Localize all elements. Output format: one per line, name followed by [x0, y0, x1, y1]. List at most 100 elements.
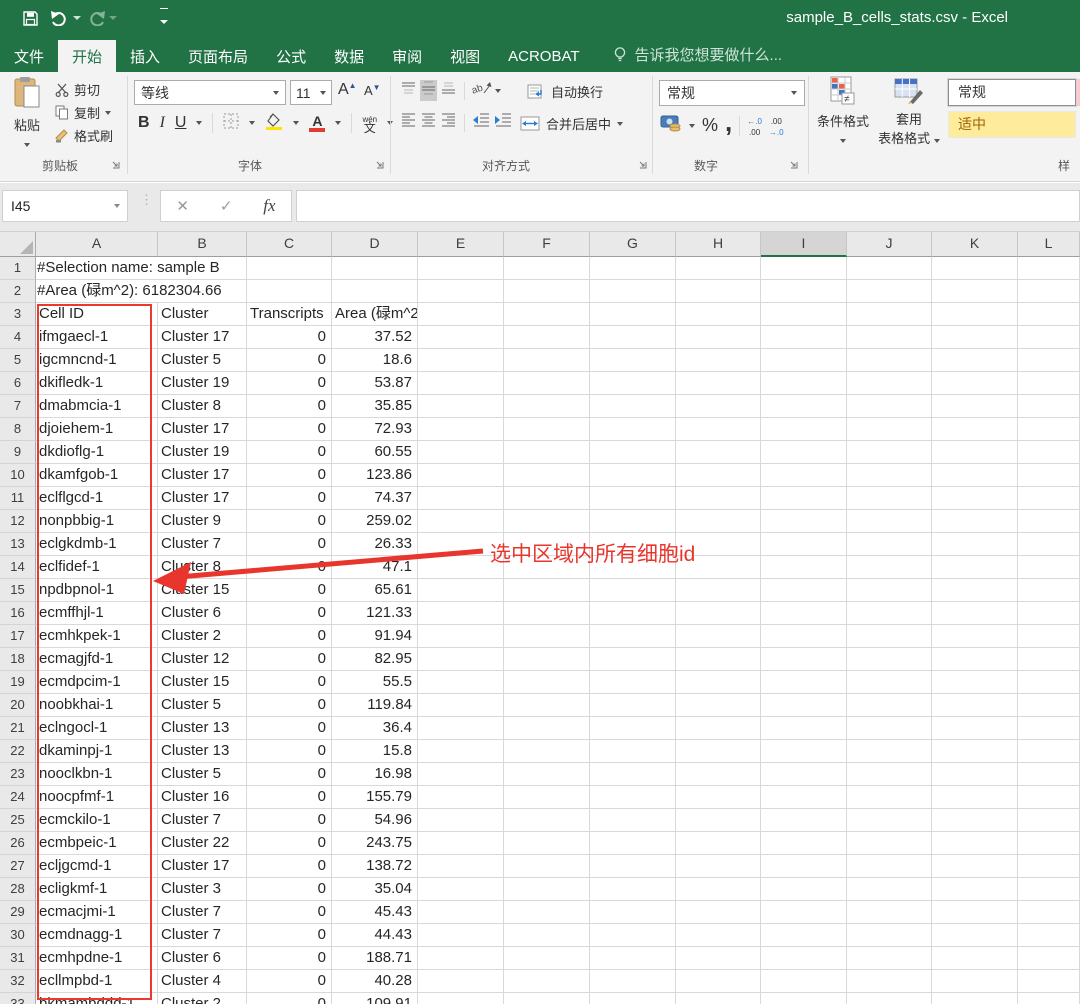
- cell[interactable]: [1018, 671, 1080, 694]
- cell[interactable]: 72.93: [332, 418, 418, 441]
- number-format-select[interactable]: 常规: [659, 80, 805, 106]
- cell[interactable]: [761, 280, 847, 303]
- cell[interactable]: [590, 924, 676, 947]
- row-header-33[interactable]: 33: [0, 993, 36, 1004]
- copy-button[interactable]: 复制: [55, 103, 112, 122]
- cell[interactable]: [932, 855, 1018, 878]
- cell[interactable]: [418, 303, 504, 326]
- cell[interactable]: Cluster 13: [158, 740, 247, 763]
- row-header-1[interactable]: 1: [0, 257, 36, 280]
- cell[interactable]: 65.61: [332, 579, 418, 602]
- cell[interactable]: dmabmcia-1: [36, 395, 158, 418]
- cell[interactable]: [676, 510, 761, 533]
- cell[interactable]: [590, 280, 676, 303]
- cell[interactable]: [676, 257, 761, 280]
- cell[interactable]: Cluster 5: [158, 349, 247, 372]
- cell[interactable]: [418, 924, 504, 947]
- cell[interactable]: [761, 717, 847, 740]
- cell[interactable]: [761, 487, 847, 510]
- cell[interactable]: 119.84: [332, 694, 418, 717]
- cell[interactable]: [1018, 947, 1080, 970]
- row-header-7[interactable]: 7: [0, 395, 36, 418]
- cell[interactable]: 44.43: [332, 924, 418, 947]
- cell[interactable]: nonpbbig-1: [36, 510, 158, 533]
- cell[interactable]: [932, 993, 1018, 1004]
- cell-style-neutral[interactable]: 适中: [948, 111, 1076, 138]
- orientation-caret-icon[interactable]: [495, 88, 501, 93]
- cell[interactable]: [590, 878, 676, 901]
- cell[interactable]: [676, 280, 761, 303]
- cell[interactable]: [847, 510, 932, 533]
- underline-caret-icon[interactable]: [196, 121, 203, 125]
- cell[interactable]: [332, 257, 418, 280]
- cell[interactable]: [761, 740, 847, 763]
- cell[interactable]: [932, 625, 1018, 648]
- cell[interactable]: [504, 487, 590, 510]
- cut-button[interactable]: 剪切: [55, 80, 100, 99]
- cell[interactable]: 0: [247, 579, 332, 602]
- cell[interactable]: Cell ID: [36, 303, 158, 326]
- cell[interactable]: 0: [247, 625, 332, 648]
- cell[interactable]: [932, 579, 1018, 602]
- increase-decimal-button[interactable]: ←.0 .00: [747, 115, 762, 137]
- cell[interactable]: 123.86: [332, 464, 418, 487]
- cell[interactable]: 0: [247, 855, 332, 878]
- cell[interactable]: [676, 924, 761, 947]
- cell[interactable]: 0: [247, 441, 332, 464]
- cell[interactable]: [504, 855, 590, 878]
- cell[interactable]: [504, 510, 590, 533]
- cell[interactable]: Cluster 7: [158, 924, 247, 947]
- cell[interactable]: [761, 326, 847, 349]
- borders-caret-icon[interactable]: [249, 121, 256, 125]
- column-header-G[interactable]: G: [590, 232, 676, 257]
- cell[interactable]: [1018, 740, 1080, 763]
- cell[interactable]: 138.72: [332, 855, 418, 878]
- cell[interactable]: [761, 648, 847, 671]
- cell[interactable]: [418, 372, 504, 395]
- cell[interactable]: [676, 809, 761, 832]
- cell[interactable]: [1018, 648, 1080, 671]
- cell[interactable]: [418, 809, 504, 832]
- cell[interactable]: [847, 878, 932, 901]
- fill-color-button[interactable]: [265, 112, 283, 135]
- cell[interactable]: [1018, 786, 1080, 809]
- name-box[interactable]: I45: [2, 190, 128, 222]
- cell-style-normal[interactable]: 常规: [947, 78, 1077, 107]
- cell[interactable]: [676, 441, 761, 464]
- cell[interactable]: [590, 694, 676, 717]
- fbar-splitter[interactable]: ⋮: [140, 193, 153, 215]
- row-header-18[interactable]: 18: [0, 648, 36, 671]
- cell[interactable]: [761, 257, 847, 280]
- cell[interactable]: [1018, 418, 1080, 441]
- cell[interactable]: [676, 740, 761, 763]
- cell[interactable]: [504, 395, 590, 418]
- cell[interactable]: [590, 441, 676, 464]
- cell[interactable]: [504, 441, 590, 464]
- cell[interactable]: 35.85: [332, 395, 418, 418]
- cell[interactable]: 0: [247, 349, 332, 372]
- cell[interactable]: Cluster 12: [158, 648, 247, 671]
- cell[interactable]: [761, 947, 847, 970]
- cell[interactable]: [590, 510, 676, 533]
- orientation-button[interactable]: ab: [470, 80, 492, 101]
- italic-button[interactable]: I: [160, 114, 165, 132]
- undo-caret-icon[interactable]: [73, 16, 81, 20]
- fill-color-caret-icon[interactable]: [293, 121, 300, 125]
- cell[interactable]: [761, 349, 847, 372]
- row-header-16[interactable]: 16: [0, 602, 36, 625]
- cell[interactable]: [761, 441, 847, 464]
- cell[interactable]: [247, 280, 332, 303]
- cell[interactable]: [418, 395, 504, 418]
- name-box-caret-icon[interactable]: [114, 204, 120, 208]
- borders-button[interactable]: [223, 113, 239, 134]
- cell[interactable]: [932, 395, 1018, 418]
- cell[interactable]: [1018, 901, 1080, 924]
- cell[interactable]: Area (碌m^2): [332, 303, 418, 326]
- cell[interactable]: [847, 349, 932, 372]
- cell[interactable]: Cluster 17: [158, 418, 247, 441]
- cell[interactable]: Cluster 19: [158, 441, 247, 464]
- cell[interactable]: Cluster 16: [158, 786, 247, 809]
- cell[interactable]: 0: [247, 832, 332, 855]
- row-header-27[interactable]: 27: [0, 855, 36, 878]
- cell[interactable]: [676, 349, 761, 372]
